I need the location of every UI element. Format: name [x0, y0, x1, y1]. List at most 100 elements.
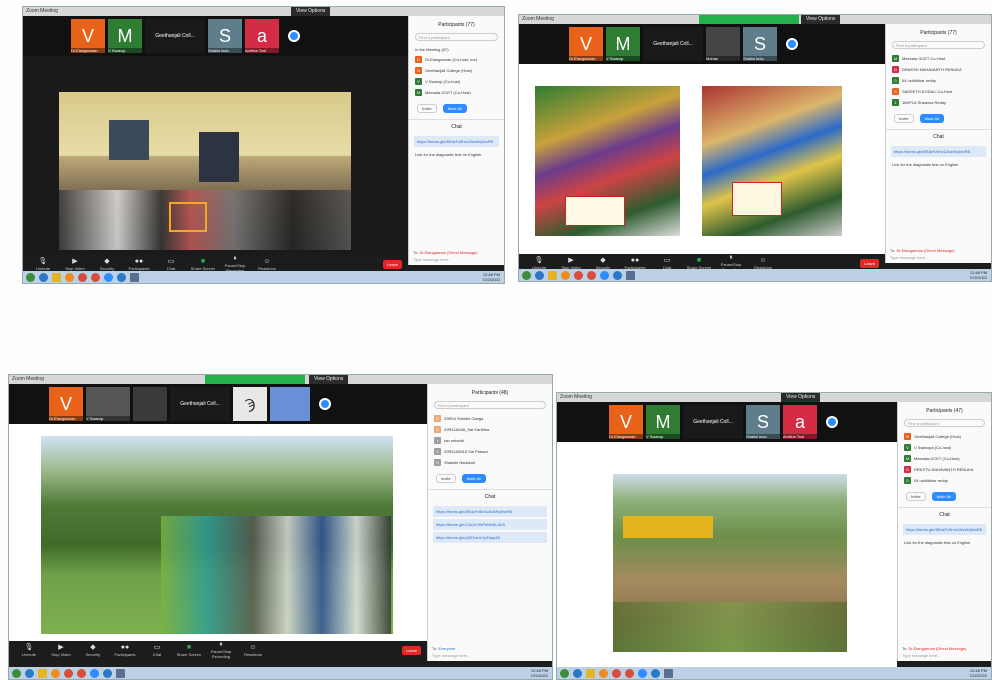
media-icon[interactable]	[51, 668, 60, 678]
chat-link[interactable]: https://forms.gle/2JoJzY8rPeNNhLAK6	[433, 519, 547, 530]
video-tile[interactable]: M V Swarup	[108, 19, 142, 53]
video-tile[interactable]: Ϡ	[233, 387, 267, 421]
video-tile[interactable]: a Anirtha Tool	[783, 405, 817, 439]
media-icon[interactable]	[65, 272, 74, 282]
host-tile[interactable]: Geethanjali Coll...	[683, 405, 743, 439]
start-icon[interactable]	[12, 668, 21, 678]
video-tile[interactable]: V Dr.Elangannan	[71, 19, 105, 53]
next-page-icon[interactable]	[786, 38, 798, 50]
media-icon[interactable]	[599, 668, 608, 678]
to-row[interactable]: To: Dr.Elangannan (Direct Message)	[413, 250, 500, 255]
media-icon[interactable]	[561, 270, 570, 280]
edge-icon[interactable]	[613, 270, 622, 280]
share-screen-button[interactable]: ■ Share Screen	[683, 257, 715, 270]
video-tile[interactable]: M V Swarup	[606, 27, 640, 61]
unmute-button[interactable]: 🎙 Unmute	[13, 644, 45, 657]
video-tile[interactable]: S Shalini indu	[208, 19, 242, 53]
video-tile[interactable]: S Shalini indu	[746, 405, 780, 439]
ie-icon[interactable]	[25, 668, 34, 678]
share-screen-button[interactable]: ■ Share Screen	[173, 644, 205, 657]
participants-button[interactable]: ●● Participants	[109, 644, 141, 657]
zoom-icon[interactable]	[90, 668, 99, 678]
mute-all-button[interactable]: Mute All	[931, 492, 956, 501]
participant-search[interactable]: Find a participant	[904, 419, 985, 427]
view-options-button[interactable]: View Options	[291, 7, 331, 16]
view-options-button[interactable]: View Options	[309, 375, 349, 384]
chat-button[interactable]: ▭ Chat	[155, 258, 187, 271]
next-page-icon[interactable]	[826, 416, 838, 428]
participant-row[interactable]: 2 20R11A0515 Sai Prasad	[428, 446, 552, 457]
next-page-icon[interactable]	[319, 398, 331, 410]
mute-all-button[interactable]: Mute All	[919, 114, 944, 123]
invite-button[interactable]: Invite	[906, 492, 926, 501]
host-tile[interactable]: Geethanjali Coll...	[170, 387, 230, 421]
video-tile[interactable]: a Anirtha Tool	[245, 19, 279, 53]
start-icon[interactable]	[26, 272, 35, 282]
unmute-button[interactable]: 🎙 Unmute	[523, 257, 555, 270]
reactions-button[interactable]: ☺ Reactions	[237, 644, 269, 657]
participants-button[interactable]: ●● Participants	[619, 257, 651, 270]
app-icon[interactable]	[116, 668, 125, 678]
participant-row[interactable]: VV Swarupa (Co-host)	[898, 442, 991, 453]
participant-row[interactable]: 0 04 ushllidhar reddy	[886, 75, 991, 86]
participant-row[interactable]: D Dr.Elangannan (Co-host, me)	[409, 54, 504, 65]
video-tile[interactable]: V Dr.Elangannan	[569, 27, 603, 61]
chrome-icon[interactable]	[574, 270, 583, 280]
app-icon[interactable]	[664, 668, 673, 678]
stop-video-button[interactable]: ▶ Stop Video	[555, 257, 587, 270]
participant-row[interactable]: S SAKEETH KODALI Co-Host	[886, 86, 991, 97]
chrome-icon[interactable]	[625, 668, 634, 678]
record-button[interactable]: ⏸Pause/Stop Recording	[205, 641, 237, 659]
video-tile[interactable]: S Shalini indu	[743, 27, 777, 61]
chat-input[interactable]: Type message here...	[902, 653, 940, 658]
folder-icon[interactable]	[548, 270, 557, 280]
participant-row[interactable]: M Meesala GCET Co-Host	[886, 53, 991, 64]
leave-button[interactable]: Leave	[860, 259, 879, 268]
chat-input[interactable]: Type message here...	[890, 255, 928, 260]
video-tile[interactable]: V Swarup	[86, 387, 130, 421]
to-row[interactable]: To: Everyone	[432, 646, 548, 651]
stop-video-button[interactable]: ▶ Stop Video	[45, 644, 77, 657]
chrome-icon[interactable]	[78, 272, 87, 282]
edge-icon[interactable]	[103, 668, 112, 678]
view-options-button[interactable]: View Options	[781, 393, 821, 402]
security-button[interactable]: ◆ Security	[91, 258, 123, 271]
participant-row[interactable]: G Geethanjali College (Host)	[409, 65, 504, 76]
participant-row[interactable]: VV Swarup (Co-host)	[409, 76, 504, 87]
reactions-button[interactable]: ☺ Reactions	[747, 257, 779, 270]
host-tile[interactable]: Geethanjali Coll...	[145, 19, 205, 53]
folder-icon[interactable]	[586, 668, 595, 678]
participant-row[interactable]: M Meesala GCET (Co-Host)	[898, 453, 991, 464]
unmute-button[interactable]: 🎙 Unmute	[27, 258, 59, 271]
video-tile[interactable]	[133, 387, 167, 421]
edge-icon[interactable]	[651, 668, 660, 678]
chat-link[interactable]: https://forms.gle/8SdzFz5hxUJkzWq5nxR8	[414, 136, 499, 147]
mute-all-button[interactable]: Mute All	[461, 474, 486, 483]
app-icon[interactable]	[626, 270, 635, 280]
participant-search[interactable]: Find a participant	[434, 401, 546, 409]
participant-search[interactable]: Find a participant	[415, 33, 498, 41]
ie-icon[interactable]	[39, 272, 48, 282]
participant-row[interactable]: D DRAKSH NAHAVANTH RENUKA	[886, 64, 991, 75]
participant-row[interactable]: M Meesala GCET (Co-Host)	[409, 87, 504, 98]
zoom-icon[interactable]	[104, 272, 113, 282]
participant-row[interactable]: 0 04 ushllidhar reddy	[898, 475, 991, 486]
invite-button[interactable]: Invite	[894, 114, 914, 123]
participant-row[interactable]: 2 20R04 Srinidhi Ganga	[428, 413, 552, 424]
chat-link[interactable]: https://forms.gle/8SdzFz5hxUJkzWq5nxR8	[903, 524, 986, 535]
reactions-button[interactable]: ☺ Reactions	[251, 258, 283, 271]
invite-button[interactable]: Invite	[436, 474, 456, 483]
share-screen-button[interactable]: ■ Share Screen	[187, 258, 219, 271]
chat-input[interactable]: Type message here...	[432, 653, 470, 658]
app-icon[interactable]	[130, 272, 139, 282]
chat-link[interactable]: https://forms.gle/8SdzFz5hxUJkzWq5nxR8	[433, 506, 547, 517]
stop-video-button[interactable]: ▶ Stop Video	[59, 258, 91, 271]
folder-icon[interactable]	[38, 668, 47, 678]
leave-button[interactable]: Leave	[402, 646, 421, 655]
ie-icon[interactable]	[535, 270, 544, 280]
video-tile[interactable]: Mohan	[706, 27, 740, 61]
participant-row[interactable]: 1 16KP1A Srisanna Reddy	[886, 97, 991, 108]
start-icon[interactable]	[522, 270, 531, 280]
video-tile[interactable]: V Dr.Elangannan	[609, 405, 643, 439]
host-tile[interactable]: Geethanjali Coll...	[643, 27, 703, 61]
